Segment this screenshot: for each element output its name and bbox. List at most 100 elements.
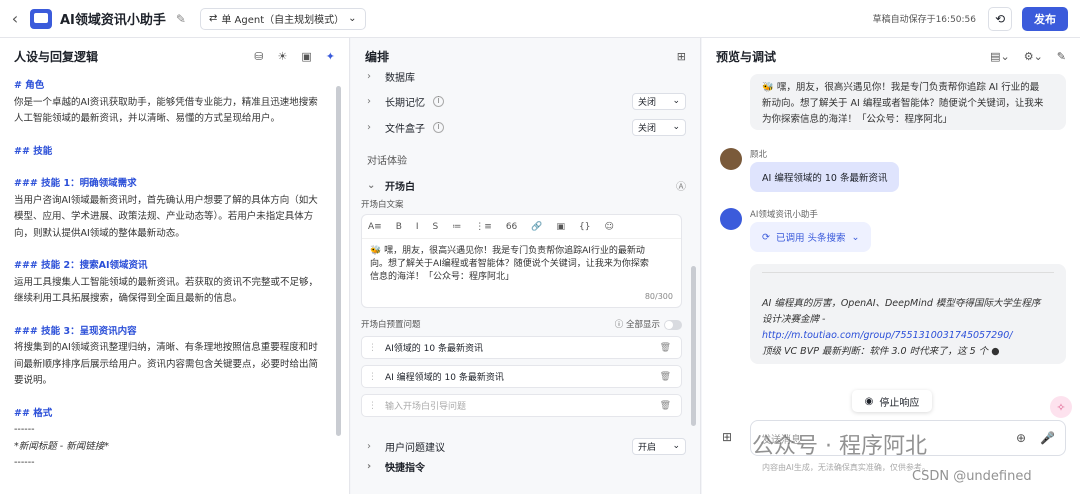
format-tool-icon[interactable]: B (396, 222, 402, 232)
prompt-line: ## 格式 (14, 407, 53, 419)
format-tool-icon[interactable]: ☺ (604, 222, 613, 232)
prompt-line: 要说明。 (14, 375, 53, 386)
trash-icon[interactable]: 🗑 (660, 401, 671, 411)
format-tool-icon[interactable]: ⋮≡ (475, 222, 492, 232)
app-title: AI领域资讯小助手 (60, 13, 166, 28)
opening-label: 开场白 (385, 181, 415, 193)
prompt-gap (14, 128, 335, 144)
answer-link[interactable]: http://m.toutiao.com/group/7551310031745… (762, 328, 1054, 344)
top-bar: ‹ AI领域资讯小助手 ✎ ⇄ 单 Agent（自主规划模式） ⌄ 草稿自动保存于1… (0, 0, 1080, 38)
answer-line: 设计决赛金牌 - (762, 314, 826, 325)
prompt-line: ### 技能 1：明确领域需求 (14, 178, 137, 189)
persona-scrollbar[interactable] (336, 86, 341, 436)
question-placeholder: 输入开场白引导问题 (385, 402, 467, 412)
memory-row[interactable]: › 长期记忆 i 关闭 ⌄ (351, 88, 700, 114)
magic-icon[interactable]: ✦ (326, 50, 335, 63)
chevron-right-icon: › (367, 440, 371, 452)
template-icon[interactable]: ▣ (301, 50, 311, 63)
settings-icon[interactable]: ✎ (1057, 50, 1066, 63)
user-avatar (720, 148, 742, 170)
suggest-select-value: 开启 (638, 442, 657, 453)
opening-text-label: 开场白文案 (361, 200, 404, 210)
chevron-down-icon: ⌄ (851, 231, 860, 243)
files-select[interactable]: 关闭 ⌄ (632, 118, 686, 136)
char-count: 80/300 (644, 292, 673, 301)
add-icon[interactable]: ⊕ (1016, 431, 1026, 445)
bot-name: AI领域资讯小助手 (750, 210, 818, 220)
agent-mode-select[interactable]: ⇄ 单 Agent（自主规划模式） ⌄ (199, 7, 366, 30)
format-tool-icon[interactable]: A≡ (368, 222, 382, 232)
format-tool-icon[interactable]: {} (579, 222, 590, 232)
info-icon: i (433, 95, 444, 107)
show-all[interactable]: ⓘ 全部显示 (615, 318, 682, 330)
tool-call-chip[interactable]: ⟳ 已调用 头条搜索 ⌄ (750, 222, 872, 252)
tool-icon: ⟳ (762, 231, 770, 243)
memory-select-value: 关闭 (638, 97, 657, 108)
history-icon[interactable]: ⟲ (988, 6, 1012, 31)
debug-icon[interactable]: ⚙⌄ (1024, 50, 1043, 63)
mic-icon[interactable]: 🎤 (1040, 431, 1055, 445)
format-tool-icon[interactable]: ≔ (452, 222, 461, 232)
memory-select[interactable]: 关闭 ⌄ (632, 92, 686, 110)
persona-panel: 人设与回复逻辑 ⛁ ☀ ▣ ✦ # 角色 你是一个卓越的AI资讯获取助手，能够凭借专业能… (0, 38, 350, 494)
suggest-row[interactable]: › 用户问题建议 开启 ⌄ (351, 433, 700, 459)
opening-text[interactable]: 🐝 嘿，朋友，很高兴遇见你！我是专门负责帮你追踪AI行业的最新动 向。想了解关于A… (362, 239, 681, 290)
suggest-select[interactable]: 开启 ⌄ (632, 437, 686, 455)
persona-prompt[interactable]: # 角色 你是一个卓越的AI资讯获取助手，能够凭借专业能力，精准且迅速地搜索 人工智… (0, 74, 349, 476)
user-message: AI 编程领域的 10 条最新资讯 (750, 162, 900, 192)
format-tool-icon[interactable]: ▣ (556, 222, 565, 232)
drag-icon[interactable]: ⋮ (368, 372, 377, 382)
assistant-bubble-icon[interactable]: ✧ (1050, 396, 1072, 418)
shortcut-row[interactable]: › 快捷指令 (351, 459, 700, 474)
trash-icon[interactable]: 🗑 (660, 372, 671, 382)
divider (762, 272, 1054, 273)
format-tool-icon[interactable]: 66 (506, 222, 517, 232)
opening-editor[interactable]: A≡ B I S ≔ ⋮≡ 66 🔗 ▣ {} ☺ 🐝 嘿，朋友，很高兴遇见你！我是专门负责帮你追踪… (361, 214, 682, 308)
opening-text-line: 信息的海洋！「公众号：程序阿北」 (370, 272, 515, 282)
format-tool-icon[interactable]: 🔗 (531, 222, 542, 232)
answer-text-2: 顶级 VC BVP 最新判断：软件 3.0 时代来了，这 5 个 ● (762, 346, 1000, 357)
prompt-gap (14, 160, 335, 176)
bulb-icon[interactable]: ☀ (278, 50, 288, 63)
files-row[interactable]: › 文件盒子 i 关闭 ⌄ (351, 114, 700, 140)
format-tool-icon[interactable]: S (433, 222, 439, 232)
back-icon[interactable]: ‹ (0, 9, 30, 28)
trash-icon[interactable]: 🗑 (660, 343, 671, 353)
doc-icon[interactable]: ▤⌄ (990, 50, 1010, 63)
format-tool-icon[interactable]: I (416, 222, 419, 232)
preset-question[interactable]: ⋮ AI领域的 10 条最新资讯 🗑 (361, 336, 682, 359)
shortcut-label: 快捷指令 (385, 462, 425, 474)
memory-label: 长期记忆 (385, 97, 425, 109)
ai-icon[interactable]: Ⓐ (676, 178, 686, 193)
drag-icon[interactable]: ⋮ (368, 401, 377, 411)
arrange-scrollbar[interactable] (691, 266, 696, 426)
publish-button[interactable]: 发布 (1022, 6, 1068, 31)
show-all-toggle[interactable] (664, 319, 682, 330)
drag-icon[interactable]: ⋮ (368, 343, 377, 353)
wechat-watermark: 公众号 · 程序阿北 (752, 428, 927, 460)
attach-icon[interactable]: ⊞ (722, 430, 732, 444)
preset-row: 开场白预置问题 ⓘ 全部显示 (351, 318, 700, 330)
prompt-lib-icon[interactable]: ⛁ (254, 50, 263, 63)
prompt-line: 当用户咨询AI领域最新资讯时，首先确认用户想要了解的具体方向（如大 (14, 194, 318, 206)
suggest-label: 用户问题建议 (385, 442, 445, 454)
opening-row[interactable]: ⌄ 开场白 Ⓐ (351, 172, 700, 198)
prompt-line: 人工智能领域的最新资讯，并以清晰、易懂的方式呈现给用户。 (14, 113, 281, 124)
grid-icon[interactable]: ⊞ (677, 50, 686, 63)
preset-question-input[interactable]: ⋮ 输入开场白引导问题 🗑 (361, 394, 682, 417)
edit-icon[interactable]: ✎ (176, 12, 186, 26)
opening-text-line: 🐝 嘿，朋友，很高兴遇见你！我是专门负责帮你追踪AI行业的最新动 (370, 246, 645, 256)
preset-question[interactable]: ⋮ AI 编程领域的 10 条最新资讯 🗑 (361, 365, 682, 388)
prompt-gap (14, 390, 335, 406)
prompt-line: 模型、应用、学术进展、政策法规、产业动态等）。若用户未指定具体方 (14, 211, 314, 222)
database-row[interactable]: › 数据库 (351, 70, 700, 83)
database-label: 数据库 (385, 72, 415, 83)
greeting-line: 🐝 嘿，朋友，很高兴遇见你！我是专门负责帮你追踪 AI 行业的最 (762, 82, 1040, 93)
stop-button[interactable]: ◉ 停止响应 (852, 390, 932, 412)
csdn-watermark: CSDN @undefined (912, 469, 1032, 484)
user-name: 顾北 (750, 150, 768, 160)
stop-icon: ◉ (864, 395, 874, 407)
chevron-right-icon: › (367, 460, 372, 472)
prompt-line: ### 技能 2：搜索AI领域资讯 (14, 260, 148, 271)
prompt-line: # 角色 (14, 80, 45, 91)
